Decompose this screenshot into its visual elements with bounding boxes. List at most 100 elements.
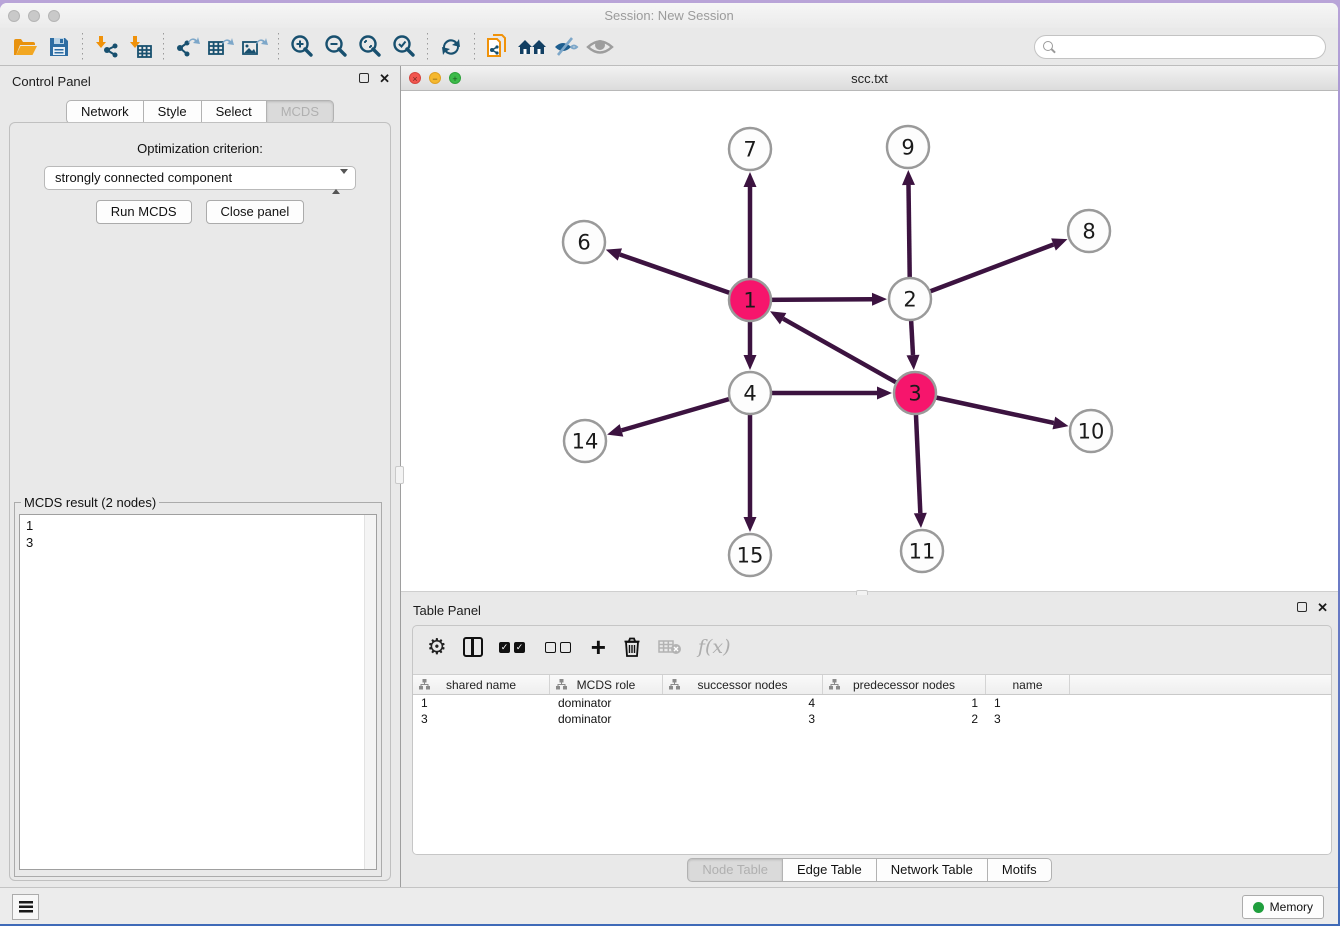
- node-label: 2: [903, 287, 916, 311]
- zoom-in-icon[interactable]: [285, 32, 319, 62]
- status-bar: Memory: [0, 887, 1338, 924]
- column-header-predecessor-nodes[interactable]: predecessor nodes: [823, 675, 986, 694]
- select-stepper-icon: [332, 171, 348, 193]
- node-label: 11: [909, 539, 936, 563]
- column-label: predecessor nodes: [853, 678, 955, 692]
- open-session-icon[interactable]: [8, 32, 42, 62]
- control-panel-title: Control Panel: [12, 74, 91, 89]
- mcds-result-line: 1: [26, 517, 376, 534]
- tab-style[interactable]: Style: [144, 100, 202, 124]
- float-panel-icon[interactable]: [359, 73, 369, 83]
- result-scrollbar[interactable]: [364, 515, 376, 869]
- export-network-icon[interactable]: [170, 32, 204, 62]
- tab-motifs[interactable]: Motifs: [988, 858, 1052, 882]
- table-settings-gear-icon[interactable]: ⚙: [427, 634, 447, 660]
- arrowhead-icon: [914, 513, 927, 528]
- cyndex-homes-icon[interactable]: [515, 32, 549, 62]
- table-panel: Table Panel ✕ ⚙ + f(x) shared name: [401, 595, 1338, 887]
- mcds-result-text[interactable]: 13: [19, 514, 377, 870]
- delete-column-icon[interactable]: [622, 634, 642, 660]
- optimization-criterion-select[interactable]: strongly connected component: [44, 166, 356, 190]
- toolbar-separator: [82, 33, 83, 61]
- hide-panels-icon[interactable]: [549, 32, 583, 62]
- mcds-result-line: 3: [26, 534, 376, 551]
- search-field[interactable]: [1034, 35, 1326, 59]
- apply-layout-icon[interactable]: [434, 32, 468, 62]
- node-label: 4: [743, 381, 756, 405]
- export-table-icon[interactable]: [204, 32, 238, 62]
- search-icon: [1043, 41, 1053, 51]
- hierarchy-icon: [419, 679, 430, 693]
- mcds-panel: Optimization criterion: strongly connect…: [9, 122, 391, 881]
- main-titlebar: Session: New Session: [0, 3, 1338, 28]
- tab-network-table[interactable]: Network Table: [877, 858, 988, 882]
- optimization-criterion-label: Optimization criterion:: [10, 141, 390, 156]
- close-table-panel-icon[interactable]: ✕: [1317, 602, 1328, 613]
- node-label: 6: [577, 230, 590, 254]
- arrowhead-icon: [744, 172, 757, 187]
- unselect-all-columns-icon[interactable]: [545, 634, 575, 660]
- tab-select[interactable]: Select: [202, 100, 267, 124]
- mcds-result-title: MCDS result (2 nodes): [21, 495, 159, 510]
- table-panel-tabs: Node TableEdge TableNetwork TableMotifs: [401, 858, 1338, 882]
- hierarchy-icon: [556, 679, 567, 693]
- table-cell: 3: [413, 711, 550, 727]
- list-icon: [19, 901, 33, 913]
- node-table-container: ⚙ + f(x) shared name MCDS rolesuccessor n…: [412, 625, 1332, 855]
- save-session-icon[interactable]: [42, 32, 76, 62]
- column-header-successor-nodes[interactable]: successor nodes: [663, 675, 823, 694]
- column-label: shared name: [446, 678, 516, 692]
- edge-3-1[interactable]: [783, 319, 915, 393]
- add-column-icon[interactable]: +: [591, 634, 606, 660]
- edge-2-8[interactable]: [910, 244, 1053, 299]
- optimization-criterion-value: strongly connected component: [55, 170, 232, 185]
- tab-mcds[interactable]: MCDS: [267, 100, 334, 124]
- tab-edge-table[interactable]: Edge Table: [783, 858, 877, 882]
- export-image-icon[interactable]: [238, 32, 272, 62]
- splitter-grip-vertical[interactable]: [395, 466, 404, 484]
- zoom-out-icon[interactable]: [319, 32, 353, 62]
- search-input[interactable]: [1059, 37, 1319, 57]
- node-label: 15: [737, 543, 764, 567]
- table-panel-title: Table Panel: [413, 603, 481, 618]
- close-panel-button[interactable]: Close panel: [206, 200, 305, 224]
- table-toolbar: ⚙ + f(x): [413, 626, 1331, 668]
- zoom-selected-icon[interactable]: [387, 32, 421, 62]
- toolbar-separator: [474, 33, 475, 61]
- network-from-selection-icon[interactable]: [481, 32, 515, 62]
- tab-network[interactable]: Network: [66, 100, 144, 124]
- node-label: 1: [743, 288, 756, 312]
- float-table-panel-icon[interactable]: [1297, 602, 1307, 612]
- table-row[interactable]: 3dominator323: [413, 711, 1331, 727]
- import-table-icon[interactable]: [123, 32, 157, 62]
- arrowhead-icon: [902, 170, 915, 185]
- column-header-name[interactable]: name: [986, 675, 1070, 694]
- tab-node-table[interactable]: Node Table: [687, 858, 783, 882]
- table-cell: 3: [986, 711, 1070, 727]
- memory-button[interactable]: Memory: [1242, 895, 1324, 919]
- import-network-icon[interactable]: [89, 32, 123, 62]
- arrowhead-icon: [606, 248, 622, 260]
- task-history-button[interactable]: [12, 894, 39, 920]
- zoom-fit-icon[interactable]: [353, 32, 387, 62]
- column-panes-icon[interactable]: [463, 634, 483, 660]
- hierarchy-icon: [829, 679, 840, 693]
- column-header-shared-name[interactable]: shared name: [413, 675, 550, 694]
- select-all-columns-icon[interactable]: [499, 634, 529, 660]
- node-label: 7: [743, 137, 756, 161]
- table-cell: dominator: [550, 695, 663, 711]
- window-title: Session: New Session: [0, 8, 1338, 23]
- network-window-title: scc.txt: [401, 71, 1338, 86]
- column-label: name: [1012, 678, 1042, 692]
- network-window-titlebar[interactable]: × − + scc.txt: [401, 66, 1338, 91]
- run-mcds-button[interactable]: Run MCDS: [96, 200, 192, 224]
- table-cell: 1: [413, 695, 550, 711]
- network-canvas[interactable]: 7968124314101511: [401, 91, 1338, 591]
- close-panel-icon[interactable]: ✕: [379, 73, 390, 84]
- network-view-window: × − + scc.txt 7968124314101511: [401, 66, 1338, 595]
- arrowhead-icon: [744, 517, 757, 532]
- main-toolbar: [0, 28, 1338, 66]
- table-row[interactable]: 1dominator411: [413, 695, 1331, 711]
- column-header-MCDS-role[interactable]: MCDS role: [550, 675, 663, 694]
- table-cell: 3: [663, 711, 823, 727]
